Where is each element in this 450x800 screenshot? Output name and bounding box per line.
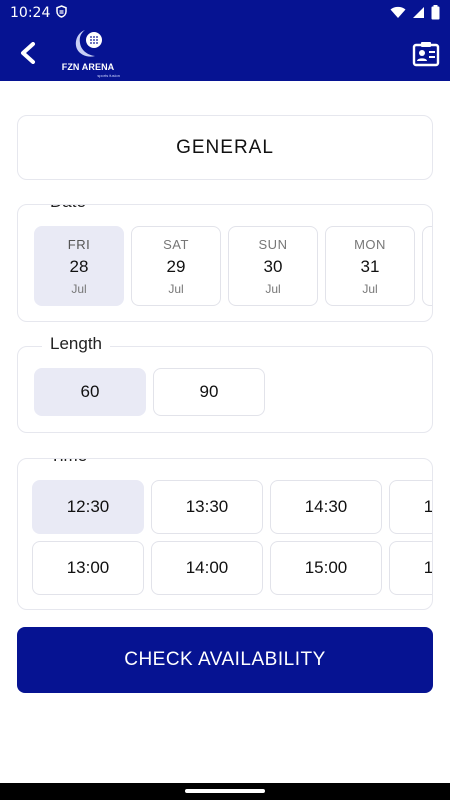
- time-slot[interactable]: 14:30: [270, 480, 382, 534]
- back-button[interactable]: [14, 39, 42, 67]
- date-weekday: MON: [354, 236, 386, 252]
- date-month: Jul: [71, 281, 87, 296]
- date-section: Date FRI 28 Jul SAT 29 Jul SUN 30 Jul MO…: [17, 204, 433, 322]
- app-bar: FZN ARENA sports fusion: [0, 26, 450, 81]
- time-slot[interactable]: 15:30: [389, 480, 432, 534]
- shield-icon: [56, 5, 67, 23]
- time-slot[interactable]: 14:00: [151, 541, 263, 595]
- chevron-left-icon: [21, 42, 35, 64]
- date-month: Jul: [362, 281, 378, 296]
- time-slot[interactable]: 12:30: [32, 480, 144, 534]
- general-card: GENERAL: [17, 115, 433, 180]
- time-slot-grid[interactable]: 12:30 13:30 14:30 15:30 13:00 14:00 15:0…: [32, 480, 432, 595]
- date-weekday: FRI: [67, 236, 91, 252]
- length-options: 60 90: [34, 368, 265, 416]
- logo-subtitle: sports fusion: [97, 73, 120, 78]
- date-option[interactable]: SUN 30 Jul: [228, 226, 318, 306]
- date-day: 29: [166, 256, 186, 276]
- signal-icon: [412, 6, 425, 24]
- date-day: 28: [69, 256, 89, 276]
- length-option[interactable]: 60: [34, 368, 146, 416]
- logo-mark-icon: [75, 30, 102, 57]
- logo-title: FZN ARENA: [61, 62, 115, 72]
- system-nav-bar: [0, 783, 450, 800]
- booking-category-title: GENERAL: [176, 136, 274, 158]
- time-slot[interactable]: 16:00: [389, 541, 432, 595]
- status-time: 10:24: [10, 5, 51, 21]
- date-scroller[interactable]: FRI 28 Jul SAT 29 Jul SUN 30 Jul MON 31 …: [34, 226, 432, 306]
- date-option[interactable]: FRI 28 Jul: [34, 226, 124, 306]
- date-option[interactable]: MON 31 Jul: [325, 226, 415, 306]
- check-availability-button[interactable]: CHECK AVAILABILITY: [17, 627, 433, 693]
- date-day: 31: [360, 256, 380, 276]
- status-bar: 10:24: [0, 0, 450, 26]
- date-section-label: Date: [42, 205, 94, 212]
- date-day: 30: [263, 256, 283, 276]
- time-section: Time 12:30 13:30 14:30 15:30 13:00 14:00…: [17, 458, 433, 610]
- battery-icon: [431, 5, 440, 25]
- home-indicator[interactable]: [185, 789, 265, 793]
- date-option-partial[interactable]: [422, 226, 432, 306]
- wifi-icon: [390, 6, 406, 24]
- length-section-label: Length: [42, 334, 110, 354]
- date-weekday: SAT: [163, 236, 189, 252]
- date-weekday: SUN: [258, 236, 288, 252]
- time-slot[interactable]: 13:30: [151, 480, 263, 534]
- date-month: Jul: [265, 281, 281, 296]
- length-option[interactable]: 90: [153, 368, 265, 416]
- date-option[interactable]: SAT 29 Jul: [131, 226, 221, 306]
- contact-card-icon: [412, 42, 440, 67]
- date-month: Jul: [168, 281, 184, 296]
- profile-card-button[interactable]: [412, 40, 440, 68]
- time-section-label: Time: [42, 459, 96, 466]
- time-slot[interactable]: 15:00: [270, 541, 382, 595]
- app-logo: FZN ARENA sports fusion: [56, 28, 120, 78]
- time-slot[interactable]: 13:00: [32, 541, 144, 595]
- length-section: Length 60 90: [17, 334, 433, 433]
